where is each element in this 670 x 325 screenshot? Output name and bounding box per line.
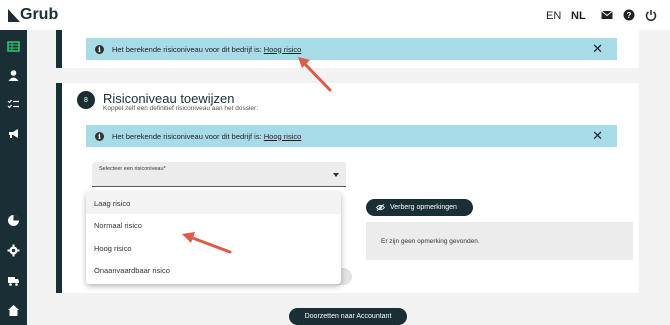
user-icon[interactable]	[7, 69, 20, 82]
continue-to-accountant-button[interactable]: Doorzetten naar Accountant	[289, 308, 407, 325]
hide-remarks-button[interactable]: Verberg opmerkingen	[366, 199, 473, 216]
help-icon[interactable]: ?	[623, 9, 635, 21]
sidebar	[0, 30, 27, 325]
top-bar: Grub EN NL ?	[0, 0, 670, 30]
hide-remarks-label: Verberg opmerkingen	[390, 204, 457, 211]
remarks-box: Er zijn geen opmerking gevonden.	[366, 222, 633, 260]
megaphone-icon[interactable]	[7, 127, 20, 140]
dashboard-icon[interactable]	[7, 40, 20, 53]
annotation-arrow-top	[298, 57, 332, 92]
info-icon: i	[95, 44, 104, 54]
power-icon[interactable]	[645, 9, 657, 21]
previous-step-card: i Het berekende risiconiveau voor dit be…	[56, 30, 639, 68]
truck-icon[interactable]	[7, 274, 20, 287]
risk-info-alert-top: i Het berekende risiconiveau voor dit be…	[86, 38, 617, 60]
risk-level-select[interactable]: Selecteer een risiconiveau*	[92, 162, 346, 187]
home-icon[interactable]	[7, 304, 20, 317]
close-icon[interactable]: ✕	[592, 41, 603, 57]
section-title: Risiconiveau toewijzen	[103, 91, 235, 106]
language-en[interactable]: EN	[546, 10, 561, 22]
app-name: Grub	[20, 6, 59, 23]
info-icon: i	[95, 131, 104, 141]
language-nl[interactable]: NL	[571, 10, 586, 22]
eye-off-icon	[376, 204, 385, 211]
remarks-empty-text: Er zijn geen opmerking gevonden.	[381, 237, 480, 245]
chevron-down-icon[interactable]	[333, 173, 339, 177]
option-onaanvaardbaar-risico[interactable]: Onaanvaardbaar risico	[86, 259, 341, 281]
alert-text: Het berekende risiconiveau voor dit bedr…	[112, 44, 302, 54]
risk-info-alert: i Het berekende risiconiveau voor dit be…	[86, 125, 617, 147]
option-laag-risico[interactable]: Laag risico	[86, 192, 341, 214]
app-logo[interactable]: Grub	[8, 6, 58, 24]
section-subtitle: Koppel zelf een definitief risiconiveau …	[103, 105, 259, 112]
annotation-arrow-bottom	[182, 232, 232, 254]
step-number-badge: 8	[77, 91, 95, 109]
pie-chart-icon[interactable]	[7, 214, 20, 227]
close-icon[interactable]: ✕	[592, 128, 603, 144]
settings-icon[interactable]	[7, 244, 20, 257]
svg-text:?: ?	[627, 11, 632, 20]
mail-icon[interactable]	[601, 9, 613, 21]
logo-icon	[8, 8, 20, 22]
select-label: Selecteer een risiconiveau*	[99, 166, 166, 172]
checklist-icon[interactable]	[7, 98, 20, 111]
alert-text: Het berekende risiconiveau voor dit bedr…	[112, 131, 302, 141]
risk-level-link[interactable]: Hoog risico	[264, 132, 302, 141]
